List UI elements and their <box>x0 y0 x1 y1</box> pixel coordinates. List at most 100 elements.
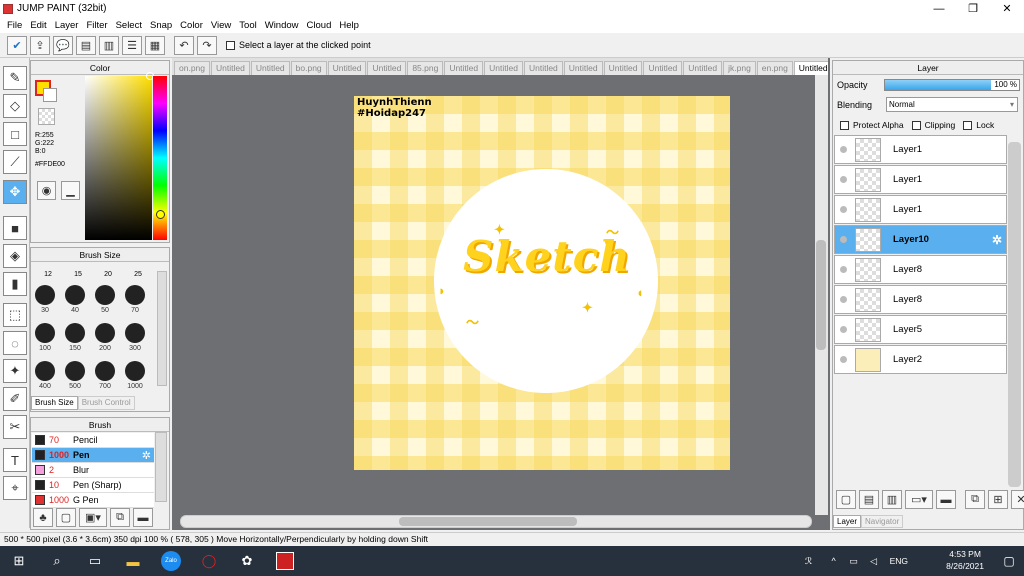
layer-type-dropdown-icon[interactable]: ▭▾ <box>905 490 933 509</box>
visibility-eye-icon[interactable] <box>840 296 847 303</box>
people-icon[interactable]: ℛ <box>794 546 824 576</box>
tab-document[interactable]: Untitled <box>444 61 484 75</box>
layer-row[interactable]: Layer10 ✲ <box>834 225 1007 254</box>
brush-item[interactable]: 2 Blur <box>32 463 154 478</box>
layer-row[interactable]: Layer5 <box>834 315 1007 344</box>
visibility-eye-icon[interactable] <box>840 356 847 363</box>
line-tool-icon[interactable]: ⟋ <box>3 150 27 174</box>
duplicate-layer-icon[interactable]: ⧉ <box>965 490 985 509</box>
move-tool-icon[interactable]: ✥ <box>3 180 27 204</box>
tab-document[interactable]: Untitled <box>523 61 563 75</box>
brush-folder-icon[interactable]: ▬ <box>133 508 153 527</box>
new-layer-type-icon[interactable]: ▤ <box>859 490 879 509</box>
visibility-eye-icon[interactable] <box>840 206 847 213</box>
transparent-color-swatch[interactable] <box>38 108 55 125</box>
clipping-checkbox[interactable] <box>911 120 921 130</box>
volume-icon[interactable]: ◁ <box>864 546 884 576</box>
brush-size-label[interactable]: 25 <box>134 271 142 278</box>
panel-icon[interactable]: ▤ <box>76 35 96 55</box>
layer-row[interactable]: Layer8 <box>834 255 1007 284</box>
layer-settings-icon[interactable]: ✲ <box>992 233 1002 247</box>
menu-file[interactable]: File <box>3 20 26 31</box>
language-indicator[interactable]: ENG <box>890 556 908 566</box>
grid-settings-icon[interactable]: ▦ <box>145 35 165 55</box>
network-icon[interactable]: ▭ <box>844 546 864 576</box>
task-view-icon[interactable]: ▭ <box>80 546 110 576</box>
canvas-vertical-scrollbar[interactable] <box>815 75 828 515</box>
tab-document[interactable]: on.png <box>174 61 210 75</box>
tab-brush-size[interactable]: Brush Size <box>31 396 78 410</box>
tab-document[interactable]: Untitled <box>211 61 250 75</box>
vertical-scroll-thumb[interactable] <box>816 240 826 350</box>
brush-tool-icon[interactable]: ✎ <box>3 66 27 90</box>
layer-row[interactable]: Layer1 <box>834 165 1007 194</box>
comment-icon[interactable]: 💬 <box>53 35 73 55</box>
export-icon[interactable]: ⇪ <box>30 35 50 55</box>
delete-layer-icon[interactable]: ✕ <box>1011 490 1024 509</box>
magic-wand-tool-icon[interactable]: ✦ <box>3 359 27 383</box>
tab-brush-control[interactable]: Brush Control <box>77 396 135 410</box>
menu-tool[interactable]: Tool <box>235 20 260 31</box>
brush-size-scrollbar[interactable] <box>157 271 167 386</box>
opacity-slider[interactable]: 100 % <box>884 79 1020 91</box>
zalo-icon[interactable]: Zalo <box>156 546 186 576</box>
brush-type-dropdown-icon[interactable]: ▣▾ <box>79 508 107 527</box>
brush-size-label[interactable]: 20 <box>104 271 112 278</box>
menu-filter[interactable]: Filter <box>82 20 111 31</box>
brush-item[interactable]: 70 Pencil <box>32 433 154 448</box>
select-pen-tool-icon[interactable]: ✐ <box>3 387 27 411</box>
brush-size-option[interactable]: 70 <box>120 285 150 314</box>
brush-size-option[interactable]: 40 <box>60 285 90 314</box>
canvas-horizontal-scrollbar[interactable] <box>180 515 812 528</box>
notification-icon[interactable]: ▢ <box>994 546 1024 576</box>
lock-checkbox[interactable] <box>963 120 973 130</box>
lasso-tool-icon[interactable]: ◌ <box>3 331 27 355</box>
visibility-eye-icon[interactable] <box>840 146 847 153</box>
horizontal-scroll-thumb[interactable] <box>399 517 577 526</box>
windows-start-icon[interactable]: ⊞ <box>4 546 34 576</box>
brush-size-option[interactable]: 50 <box>90 285 120 314</box>
bucket-tool-icon[interactable]: ◈ <box>3 244 27 268</box>
visibility-eye-icon[interactable] <box>840 236 847 243</box>
brush-size-label[interactable]: 12 <box>44 271 52 278</box>
menu-edit[interactable]: Edit <box>26 20 50 31</box>
document-icon[interactable]: ▥ <box>99 35 119 55</box>
palette-icon[interactable]: ◉ <box>37 181 56 200</box>
brush-size-label[interactable]: 15 <box>74 271 82 278</box>
gradient-tool-icon[interactable]: ▮ <box>3 272 27 296</box>
brush-size-option[interactable]: 200 <box>90 323 120 352</box>
new-raster-layer-icon[interactable]: ▥ <box>882 490 902 509</box>
protect-alpha-checkbox[interactable] <box>840 120 849 130</box>
menu-view[interactable]: View <box>207 20 235 31</box>
menu-snap[interactable]: Snap <box>146 20 176 31</box>
tab-document[interactable]: en.png <box>756 61 793 75</box>
smart-select-icon[interactable]: ✔ <box>7 35 27 55</box>
menu-window[interactable]: Window <box>261 20 303 31</box>
brush-item[interactable]: 10 Pen (Sharp) <box>32 478 154 493</box>
tab-navigator[interactable]: Navigator <box>861 515 904 528</box>
brush-size-option[interactable]: 30 <box>30 285 60 314</box>
brush-size-option[interactable]: 100 <box>30 323 60 352</box>
select-layer-checkbox[interactable] <box>226 40 235 50</box>
brush-settings-icon[interactable]: ✲ <box>142 449 151 462</box>
merge-layer-icon[interactable]: ⊞ <box>988 490 1008 509</box>
tab-document[interactable]: Untitled <box>793 61 828 75</box>
system-clock[interactable]: 4:53 PM 8/26/2021 <box>946 548 984 572</box>
marquee-tool-icon[interactable]: ⬚ <box>3 303 27 327</box>
file-explorer-icon[interactable]: ▬ <box>118 546 148 576</box>
copy-brush-icon[interactable]: ⧉ <box>110 508 130 527</box>
menu-color[interactable]: Color <box>176 20 207 31</box>
tray-chevron-icon[interactable]: ^ <box>824 546 844 576</box>
paint-icon[interactable]: ✿ <box>232 546 262 576</box>
tab-document[interactable]: bo.png <box>290 61 327 75</box>
menu-layer[interactable]: Layer <box>51 20 83 31</box>
jump-paint-taskbar-icon[interactable] <box>270 546 300 576</box>
eyedropper-tool-icon[interactable]: ⌖ <box>3 476 27 500</box>
redo-icon[interactable]: ↷ <box>197 35 217 55</box>
tab-document[interactable]: Untitled <box>563 61 603 75</box>
saturation-value-picker[interactable] <box>85 76 152 240</box>
layer-row[interactable]: Layer1 <box>834 135 1007 164</box>
menu-cloud[interactable]: Cloud <box>303 20 336 31</box>
brush-size-option[interactable]: 300 <box>120 323 150 352</box>
tab-document[interactable]: Untitled <box>683 61 723 75</box>
